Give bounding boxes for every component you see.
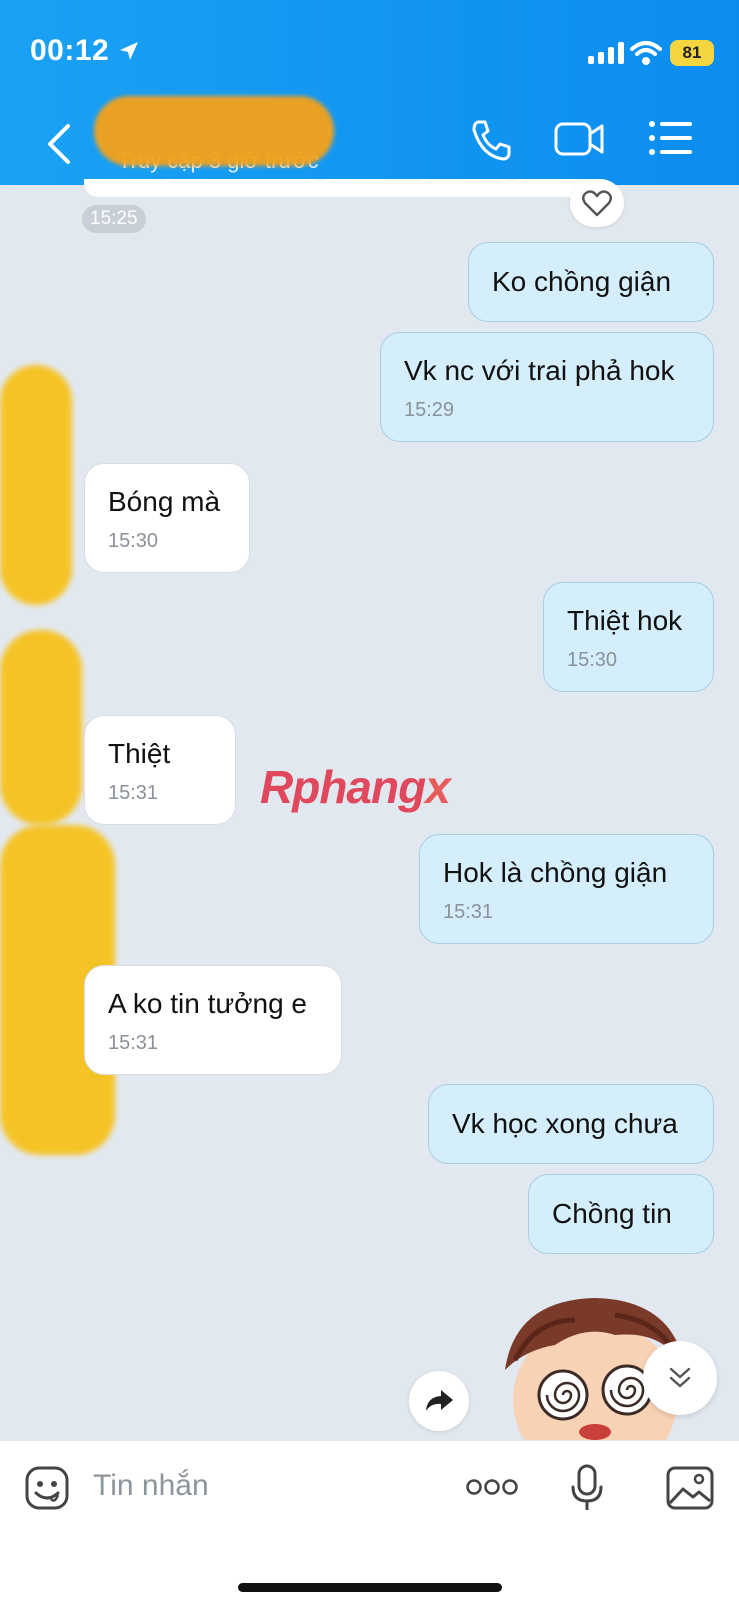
status-time: 00:12 (30, 34, 110, 67)
message-bubble-incoming[interactable]: Thiệt 15:31 (84, 715, 236, 825)
location-arrow-icon (120, 42, 138, 60)
watermark-text-x: x (425, 761, 451, 813)
watermark-text: Rphang (260, 761, 426, 813)
message-text: Thiệt hok (567, 605, 683, 636)
message-text: Hok là chồng giận (443, 857, 668, 888)
battery-indicator: 81 (670, 40, 714, 66)
forward-button[interactable] (409, 1371, 469, 1431)
message-bubble-incoming[interactable]: Bóng mà 15:30 (84, 463, 250, 573)
previous-message-bubble (84, 179, 604, 197)
scroll-to-bottom-button[interactable] (643, 1341, 717, 1415)
message-bubble-outgoing[interactable]: Hok là chồng giận 15:31 (419, 834, 714, 944)
battery-level: 81 (682, 43, 702, 62)
more-options-icon[interactable] (465, 1477, 519, 1497)
message-time: 15:30 (567, 649, 618, 671)
menu-list-icon[interactable] (648, 118, 694, 158)
contact-name-redacted (94, 96, 334, 166)
message-bubble-outgoing[interactable]: Thiệt hok 15:30 (543, 582, 714, 692)
double-chevron-down-icon (669, 1367, 691, 1388)
forward-arrow-icon (426, 1390, 453, 1411)
message-bubble-incoming[interactable]: A ko tin tưởng e 15:31 (84, 965, 342, 1075)
react-heart-button[interactable] (570, 179, 624, 227)
message-input-placeholder[interactable]: Tin nhắn (93, 1469, 209, 1503)
message-text: Chồng tin (552, 1198, 672, 1229)
message-time: 15:31 (108, 782, 159, 804)
message-text: Ko chồng giận (492, 266, 672, 297)
message-text: Thiệt (108, 738, 171, 769)
message-text: Vk nc với trai phả hok (404, 355, 675, 386)
message-time: 15:29 (404, 399, 455, 421)
message-text: Bóng mà (108, 486, 221, 517)
message-time: 15:30 (108, 530, 159, 552)
message-time: 15:31 (108, 1032, 159, 1054)
home-indicator (238, 1583, 502, 1592)
phone-call-icon[interactable] (470, 118, 512, 162)
message-bubble-outgoing[interactable]: Chồng tin (528, 1174, 714, 1254)
message-text: Vk học xong chưa (452, 1108, 678, 1139)
avatar-redacted (0, 630, 82, 825)
wifi-icon (630, 41, 662, 65)
message-bubble-outgoing[interactable]: Vk học xong chưa (428, 1084, 714, 1164)
message-text: A ko tin tưởng e (108, 988, 307, 1019)
microphone-icon[interactable] (570, 1463, 604, 1513)
message-time: 15:31 (443, 901, 494, 923)
chat-header: 00:12 81 Truy cập 3 giờ trước (0, 0, 739, 185)
video-call-icon[interactable] (553, 118, 605, 160)
heart-icon (582, 190, 612, 217)
watermark: Rphangx (260, 760, 451, 814)
emoji-sticker-icon[interactable] (24, 1465, 70, 1511)
message-bubble-outgoing[interactable]: Vk nc với trai phả hok 15:29 (380, 332, 714, 442)
avatar-redacted (0, 365, 72, 605)
message-bubble-outgoing[interactable]: Ko chồng giận (468, 242, 714, 322)
signal-icon (588, 42, 624, 64)
image-gallery-icon[interactable] (665, 1465, 715, 1511)
message-time-pill: 15:25 (82, 205, 146, 233)
back-icon[interactable] (44, 122, 74, 166)
message-input-bar: Tin nhắn (0, 1440, 739, 1600)
